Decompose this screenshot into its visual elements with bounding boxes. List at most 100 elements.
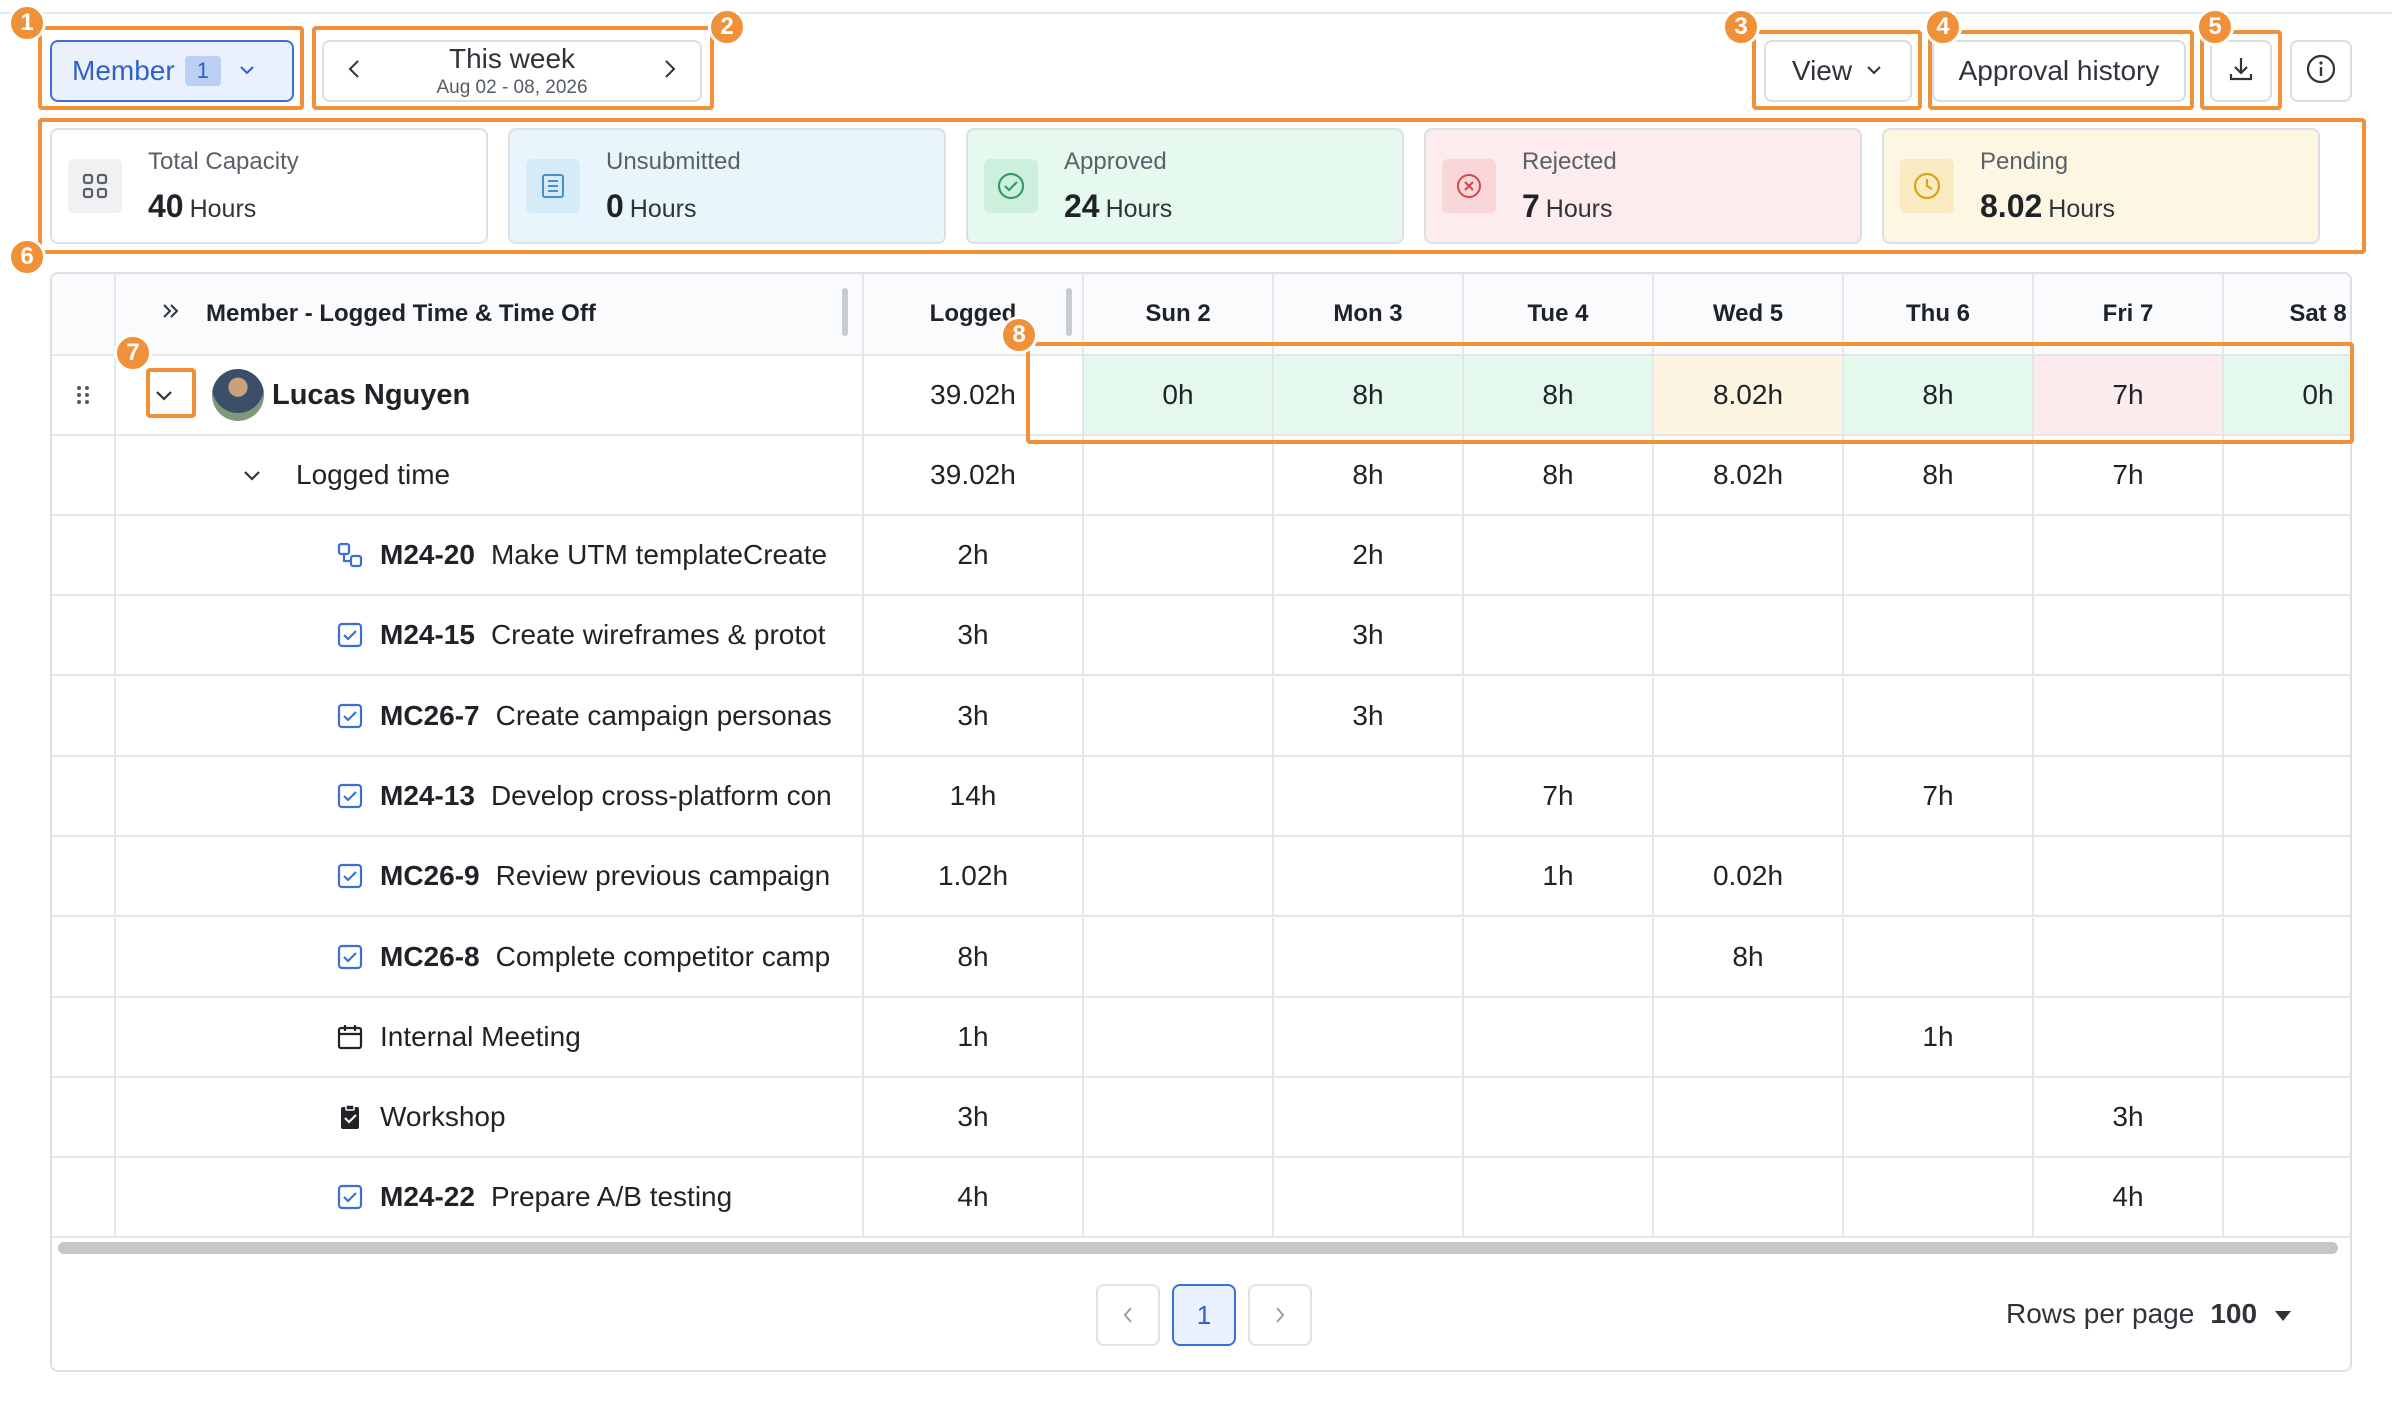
column-resize-handle[interactable] <box>842 288 848 336</box>
task-day-cell[interactable] <box>2034 596 2224 675</box>
task-day-cell[interactable] <box>1464 1078 1654 1157</box>
task-name-cell[interactable]: Internal Meeting <box>116 997 864 1076</box>
task-day-cell[interactable] <box>2224 837 2350 915</box>
task-day-cell[interactable] <box>2034 756 2224 835</box>
task-day-cell[interactable] <box>1844 1158 2034 1237</box>
task-day-cell[interactable] <box>1464 676 1654 755</box>
table-row[interactable]: Workshop 3h 3h <box>52 1078 2350 1159</box>
task-day-cell[interactable] <box>2224 677 2350 755</box>
logged-time-day-cell[interactable] <box>2224 436 2350 514</box>
column-resize-handle[interactable] <box>1066 288 1072 336</box>
task-day-cell[interactable] <box>1654 1158 1844 1237</box>
task-day-cell[interactable] <box>1464 516 1654 594</box>
download-button[interactable] <box>2210 40 2272 102</box>
task-day-cell[interactable] <box>1084 756 1274 835</box>
logged-time-group-row[interactable]: Logged time 39.02h 8h 8h 8.02h 8h 7h <box>52 436 2350 516</box>
table-row[interactable]: MC26-7 Create campaign personas 3h 3h <box>52 676 2350 757</box>
task-day-cell[interactable] <box>1464 917 1654 996</box>
task-day-cell[interactable] <box>1844 516 2034 594</box>
task-day-cell[interactable] <box>2034 837 2224 916</box>
task-day-cell[interactable] <box>2224 596 2350 674</box>
task-day-cell[interactable]: 1h <box>1464 837 1654 916</box>
info-button[interactable] <box>2290 40 2352 102</box>
task-name-cell[interactable]: MC26-9 Review previous campaign <box>116 837 864 916</box>
task-day-cell[interactable]: 7h <box>1844 756 2034 835</box>
task-day-cell[interactable] <box>1844 676 2034 755</box>
task-day-cell[interactable] <box>1464 596 1654 675</box>
collapse-member-icon[interactable] <box>152 383 176 407</box>
logged-time-day-cell[interactable]: 8.02h <box>1654 436 1844 514</box>
table-row[interactable]: M24-13 Develop cross-platform con 14h 7h 7h <box>52 756 2350 837</box>
task-day-cell[interactable] <box>1464 1158 1654 1237</box>
rows-per-page-select[interactable]: Rows per page 100 <box>2006 1298 2293 1330</box>
view-dropdown-button[interactable]: View <box>1764 40 1912 102</box>
table-row[interactable]: MC26-8 Complete competitor camp 8h 8h <box>52 917 2350 998</box>
collapse-group-icon[interactable] <box>240 463 264 487</box>
task-day-cell[interactable] <box>1274 1078 1464 1157</box>
task-day-cell[interactable] <box>1654 997 1844 1076</box>
task-day-cell[interactable]: 4h <box>2034 1158 2224 1237</box>
table-row[interactable]: M24-20 Make UTM templateCreate 2h 2h <box>52 516 2350 596</box>
task-day-cell[interactable]: 1h <box>1844 997 2034 1076</box>
member-day-total[interactable]: 8.02h <box>1654 356 1844 434</box>
task-day-cell[interactable] <box>1274 1158 1464 1237</box>
task-day-cell[interactable]: 7h <box>1464 756 1654 835</box>
task-day-cell[interactable]: 8h <box>1654 917 1844 996</box>
day-column-header[interactable]: Mon 3 <box>1274 274 1464 354</box>
task-day-cell[interactable] <box>1084 997 1274 1076</box>
member-day-total[interactable]: 0h <box>1084 356 1274 434</box>
day-column-header[interactable]: Fri 7 <box>2034 274 2224 354</box>
logged-time-day-cell[interactable]: 7h <box>2034 436 2224 514</box>
logged-time-day-cell[interactable]: 8h <box>1464 436 1654 514</box>
day-column-header[interactable]: Wed 5 <box>1654 274 1844 354</box>
task-day-cell[interactable] <box>1274 837 1464 916</box>
task-day-cell[interactable] <box>2224 757 2350 835</box>
task-day-cell[interactable] <box>2034 516 2224 594</box>
task-day-cell[interactable] <box>1084 917 1274 996</box>
task-name-cell[interactable]: Workshop <box>116 1078 864 1157</box>
drag-handle-icon[interactable] <box>52 356 116 434</box>
task-day-cell[interactable] <box>1844 596 2034 675</box>
logged-time-day-cell[interactable]: 8h <box>1274 436 1464 514</box>
table-row[interactable]: Internal Meeting 1h 1h <box>52 997 2350 1078</box>
logged-time-day-cell[interactable] <box>1084 436 1274 514</box>
task-day-cell[interactable] <box>1274 756 1464 835</box>
task-day-cell[interactable] <box>2034 997 2224 1076</box>
task-day-cell[interactable] <box>1654 1078 1844 1157</box>
page-1-button[interactable]: 1 <box>1172 1284 1236 1346</box>
member-day-total[interactable]: 7h <box>2034 356 2224 434</box>
member-day-total[interactable]: 0h <box>2224 356 2350 434</box>
task-day-cell[interactable] <box>1084 1158 1274 1237</box>
prev-week-icon[interactable] <box>346 58 364 85</box>
week-picker[interactable]: This week Aug 02 - 08, 2026 <box>322 40 702 102</box>
task-day-cell[interactable] <box>2224 918 2350 996</box>
task-day-cell[interactable]: 3h <box>2034 1078 2224 1157</box>
member-day-total[interactable]: 8h <box>1464 356 1654 434</box>
member-filter-button[interactable]: Member 1 <box>50 40 294 102</box>
day-column-header[interactable]: Sun 2 <box>1084 274 1274 354</box>
task-day-cell[interactable] <box>2224 1158 2350 1236</box>
task-day-cell[interactable] <box>2224 998 2350 1076</box>
table-row[interactable]: MC26-9 Review previous campaign 1.02h 1h 0.0… <box>52 837 2350 918</box>
task-name-cell[interactable]: M24-22 Prepare A/B testing <box>116 1158 864 1237</box>
task-day-cell[interactable] <box>1844 837 2034 916</box>
task-day-cell[interactable] <box>1084 516 1274 594</box>
member-row[interactable]: Lucas Nguyen 39.02h 0h 8h 8h 8.02h 8h 7h 0h <box>52 356 2350 436</box>
day-column-header[interactable]: Thu 6 <box>1844 274 2034 354</box>
next-week-icon[interactable] <box>660 58 678 85</box>
horizontal-scrollbar[interactable] <box>58 1242 2338 1254</box>
member-day-total[interactable]: 8h <box>1844 356 2034 434</box>
next-page-button[interactable] <box>1248 1284 1312 1346</box>
task-day-cell[interactable] <box>2034 676 2224 755</box>
member-day-total[interactable]: 8h <box>1274 356 1464 434</box>
task-day-cell[interactable] <box>1654 676 1844 755</box>
table-row[interactable]: M24-22 Prepare A/B testing 4h 4h <box>52 1158 2350 1239</box>
day-column-header[interactable]: Sat 8 <box>2224 274 2350 354</box>
prev-page-button[interactable] <box>1096 1284 1160 1346</box>
expand-all-icon[interactable] <box>160 300 182 329</box>
task-day-cell[interactable] <box>1654 756 1844 835</box>
logged-time-day-cell[interactable]: 8h <box>1844 436 2034 514</box>
task-name-cell[interactable]: M24-15 Create wireframes & protot <box>116 596 864 675</box>
task-day-cell[interactable]: 0.02h <box>1654 837 1844 916</box>
task-day-cell[interactable] <box>1084 837 1274 916</box>
